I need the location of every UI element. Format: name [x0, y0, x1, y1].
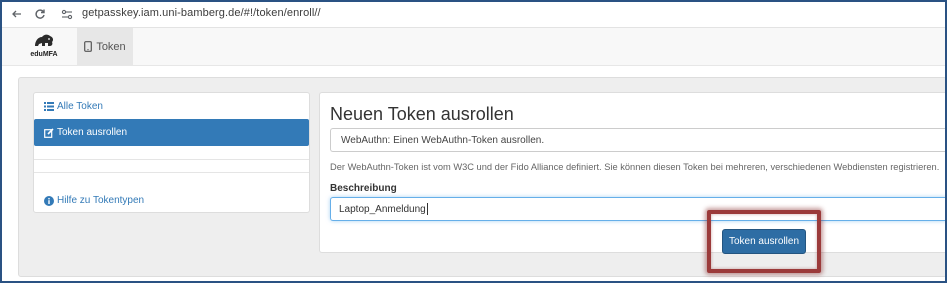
browser-address-bar: getpasskey.iam.uni-bamberg.de/#!/token/e… — [0, 0, 947, 28]
sidebar-item-label: Token ausrollen — [57, 127, 128, 138]
sidebar-item-all-tokens[interactable]: Alle Token — [34, 93, 309, 120]
back-arrow-icon[interactable] — [9, 6, 25, 22]
sidebar-item-enroll-token[interactable]: Token ausrollen — [34, 119, 309, 146]
page-title: Neuen Token ausrollen — [330, 104, 514, 124]
description-input-value: Laptop_Anmeldung — [339, 203, 426, 215]
description-label: Beschreibung — [330, 183, 397, 194]
token-type-description: Der WebAuthn-Token ist vom W3C und der F… — [330, 162, 940, 172]
url-field[interactable]: getpasskey.iam.uni-bamberg.de/#!/token/e… — [82, 7, 321, 19]
sidebar-item-token-type-help[interactable]: Hilfe zu Tokentypen — [34, 187, 309, 214]
sidebar-divider — [34, 172, 309, 173]
sidebar-divider — [34, 159, 309, 160]
description-input[interactable]: Laptop_Anmeldung — [330, 197, 947, 221]
lion-logo-icon — [35, 34, 54, 46]
nav-tab-token[interactable]: Token — [77, 28, 133, 65]
site-settings-icon[interactable] — [60, 7, 74, 21]
sidebar-item-label: Alle Token — [57, 101, 103, 112]
list-icon — [44, 102, 54, 111]
enroll-token-button[interactable]: Token ausrollen — [722, 229, 806, 254]
edumfa-logo[interactable]: eduMFA — [24, 32, 64, 62]
app-navbar: eduMFA Token — [0, 28, 947, 66]
brand-label: eduMFA — [30, 51, 58, 58]
mobile-phone-icon — [84, 41, 93, 52]
text-caret — [426, 203, 428, 215]
sidebar-item-label: Hilfe zu Tokentypen — [57, 195, 145, 206]
nav-tab-token-label: Token — [96, 40, 126, 53]
edit-icon — [44, 127, 54, 138]
reload-icon[interactable] — [32, 6, 48, 22]
token-type-select[interactable]: WebAuthn: Einen WebAuthn-Token ausrollen… — [330, 128, 947, 152]
sidebar: Alle Token Token ausrollen Hilfe zu Toke… — [33, 92, 310, 213]
info-circle-icon — [44, 195, 54, 206]
